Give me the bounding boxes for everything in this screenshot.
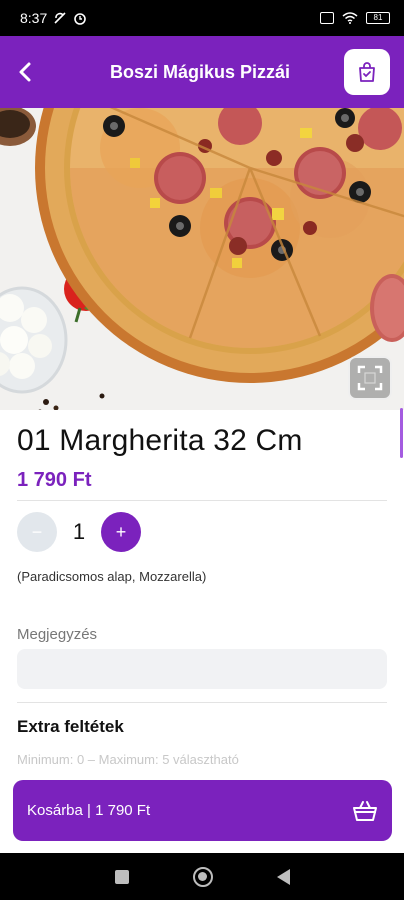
alarm-icon [74, 13, 87, 25]
arrow-left-icon [19, 62, 31, 82]
sim-icon [320, 12, 334, 24]
status-time: 8:37 [20, 10, 48, 26]
scrollbar[interactable] [400, 408, 403, 458]
extras-subtitle: Minimum: 0 – Maximum: 5 választható [17, 752, 239, 767]
product-image [0, 108, 404, 410]
page-title: Boszi Mágikus Pizzái [109, 61, 291, 82]
decrease-quantity-button[interactable]: − [17, 512, 57, 552]
pizza-image [0, 108, 404, 410]
home-icon [198, 872, 207, 881]
expand-image-button[interactable] [348, 356, 392, 400]
wifi-icon [342, 12, 358, 24]
increase-quantity-button[interactable]: + [101, 512, 141, 552]
shopping-bag-icon [359, 62, 375, 82]
note-label: Megjegyzés [17, 626, 98, 643]
extras-title: Extra feltétek [17, 717, 124, 736]
basket-icon [353, 800, 377, 821]
recent-apps-button[interactable] [114, 869, 129, 884]
status-bar: 8:37 81 [0, 0, 404, 36]
quantity-value: 1 [72, 519, 86, 544]
system-back-button[interactable] [276, 868, 290, 885]
home-button[interactable] [192, 866, 213, 887]
product-price: 1 790 Ft [17, 469, 92, 491]
add-to-cart-label: Kosárba | 1 790 Ft [27, 802, 151, 819]
divider [17, 702, 387, 703]
battery-icon: 81 [366, 12, 390, 24]
fullscreen-icon [357, 365, 383, 391]
system-nav-bar [0, 853, 404, 900]
quantity-stepper: − 1 + [17, 512, 141, 552]
app-bar: Boszi Mágikus Pizzái [0, 36, 404, 108]
add-to-cart-button[interactable]: Kosárba | 1 790 Ft [13, 780, 392, 841]
cart-button[interactable] [344, 49, 390, 95]
divider [17, 500, 387, 501]
ingredients-text: (Paradicsomos alap, Mozzarella) [17, 569, 207, 584]
product-title: 01 Margherita 32 Cm [17, 424, 303, 457]
back-button[interactable] [0, 36, 52, 108]
note-input[interactable] [17, 649, 387, 689]
data-saver-icon [54, 12, 66, 24]
